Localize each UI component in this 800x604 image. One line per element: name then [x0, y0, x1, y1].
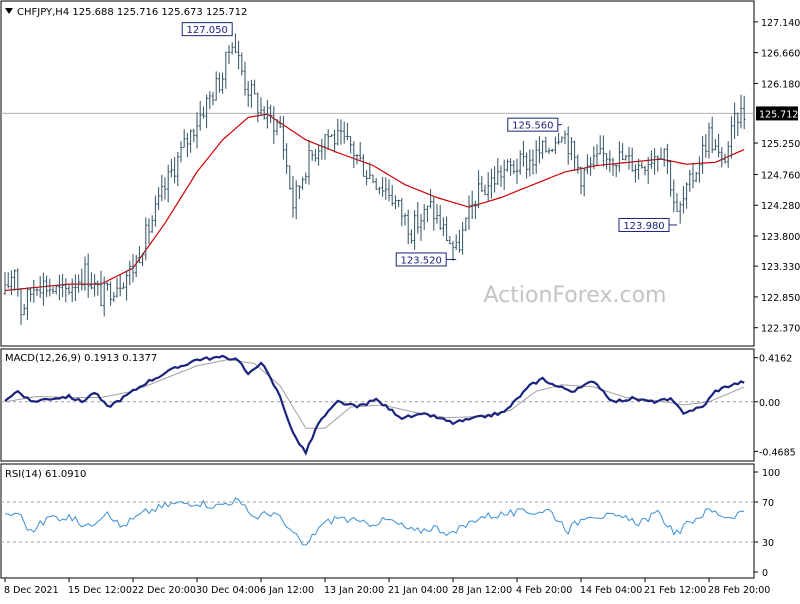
time-axis-label: 21 Jan 04:00: [388, 585, 448, 596]
macd-axis-label: 0.4162: [759, 354, 792, 365]
price-callout-label: 127.050: [187, 25, 228, 36]
macd-axis-label: 0.00: [759, 398, 780, 409]
time-axis-label: 14 Feb 04:00: [580, 585, 642, 596]
price-axis-label: 122.370: [761, 324, 800, 335]
time-axis-label: 15 Dec 12:00: [68, 585, 132, 596]
macd-axis-label: -0.4685: [759, 447, 796, 458]
current-price-label: 125.712: [759, 109, 798, 120]
macd-header: MACD(12,26,9) 0.1913 0.1377: [5, 353, 157, 364]
time-axis-label: 21 Feb 12:00: [644, 585, 706, 596]
time-axis-label: 8 Dec 2021: [4, 585, 59, 596]
time-axis-label: 6 Jan 12:00: [260, 585, 314, 596]
price-axis-label: 126.180: [761, 79, 800, 90]
price-axis-label: 124.280: [761, 201, 800, 212]
price-axis-label: 126.660: [761, 49, 800, 60]
time-axis-label: 22 Dec 20:00: [132, 585, 196, 596]
chart-canvas: CHFJPY,H4 125.688 125.716 125.673 125.71…: [0, 0, 800, 600]
rsi-header: RSI(14) 61.0910: [5, 469, 86, 480]
rsi-axis-label: 0: [762, 568, 768, 579]
price-callout-label: 123.980: [623, 221, 664, 232]
rsi-axis-label: 100: [762, 468, 780, 479]
symbol-header: CHFJPY,H4 125.688 125.716 125.673 125.71…: [17, 7, 247, 18]
price-axis-label: 123.330: [761, 262, 800, 273]
rsi-axis-label: 70: [762, 498, 774, 509]
time-axis-label: 28 Feb 20:00: [708, 585, 770, 596]
time-axis-label: 28 Jan 12:00: [452, 585, 512, 596]
chart-background: [0, 0, 800, 600]
watermark-text: ActionForex.com: [484, 283, 667, 308]
price-callout-label: 125.560: [512, 121, 553, 132]
price-axis-label: 124.760: [761, 170, 800, 181]
price-callout-label: 123.520: [401, 255, 442, 266]
price-axis-label: 123.800: [761, 232, 800, 243]
price-axis-label: 127.140: [761, 18, 800, 29]
time-axis-label: 4 Feb 20:00: [516, 585, 572, 596]
time-axis-label: 30 Dec 04:00: [196, 585, 260, 596]
forex-chart-window: CHFJPY,H4 125.688 125.716 125.673 125.71…: [0, 0, 800, 600]
rsi-axis-label: 30: [762, 538, 774, 549]
price-axis-label: 122.850: [761, 293, 800, 304]
time-axis-label: 13 Jan 20:00: [324, 585, 384, 596]
price-axis-label: 125.250: [761, 139, 800, 150]
